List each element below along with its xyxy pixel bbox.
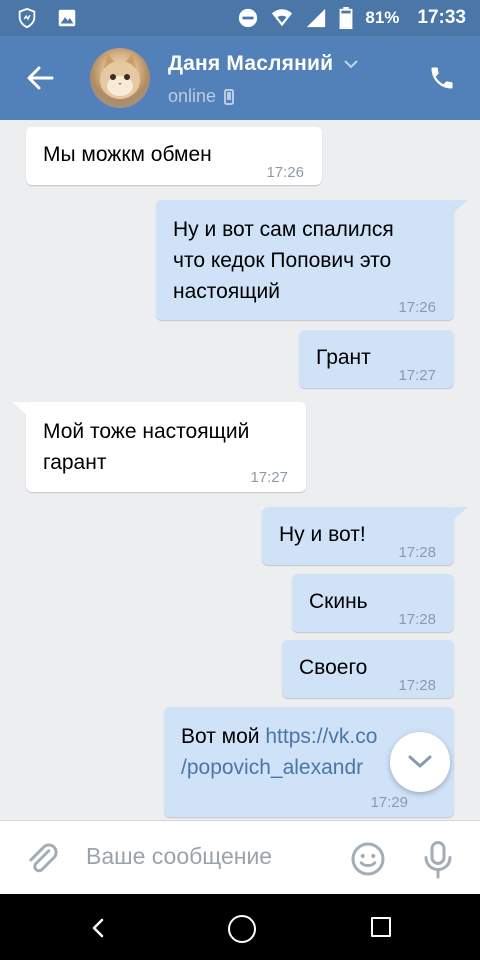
message-line: гарант (43, 451, 107, 474)
chevron-down-icon (408, 755, 432, 768)
phone-icon (431, 67, 453, 89)
message-line: Мой тоже настоящий (43, 420, 250, 443)
message-text: Ну и вот! (279, 523, 366, 546)
message-time: 17:27 (398, 367, 436, 384)
microphone-icon[interactable] (420, 839, 456, 879)
message-bubble[interactable]: Ну и вот сам спалился что кедок Попович … (156, 200, 468, 320)
message-time: 17:29 (370, 794, 408, 811)
message-bubble[interactable]: Грант 17:27 (299, 330, 454, 388)
contact-name: Даня Масляний (168, 52, 334, 75)
message-link-continued[interactable]: /popovich_alexandr (181, 752, 363, 783)
contact-status: online (168, 86, 235, 107)
battery-icon (339, 7, 353, 29)
online-status: online (168, 86, 217, 106)
status-left-icons (16, 7, 78, 29)
message-bubble[interactable]: Мой тоже настоящий гарант 17:27 (12, 402, 306, 492)
message-time: 17:27 (250, 469, 288, 486)
message-text: Вот мой (181, 725, 266, 748)
message-line: что кедок Попович это (173, 249, 392, 272)
message-text: Грант (316, 346, 371, 369)
message-line: настоящий (173, 280, 280, 303)
arrow-left-icon (27, 66, 54, 90)
wifi-icon (272, 9, 293, 27)
message-time: 17:26 (398, 299, 436, 316)
message-bubble[interactable]: Ну и вот! 17:28 (262, 507, 468, 565)
signal-icon (307, 8, 326, 28)
nav-back-icon[interactable] (84, 914, 112, 942)
emoji-icon[interactable] (350, 841, 386, 877)
back-button[interactable] (18, 56, 62, 100)
system-nav-bar (0, 894, 480, 960)
chat-header: Даня Масляний online (0, 36, 480, 120)
clock: 17:33 (417, 7, 466, 28)
status-right: 81% 17:33 (237, 0, 466, 36)
message-bubble[interactable]: Скинь 17:28 (292, 574, 454, 632)
image-icon (58, 9, 76, 27)
message-composer: Ваше сообщение (0, 820, 480, 895)
message-time: 17:26 (266, 164, 304, 181)
battery-percent: 81% (365, 8, 400, 27)
paperclip-icon[interactable] (24, 841, 60, 877)
status-bar: 81% 17:33 (0, 0, 480, 36)
message-link[interactable]: https://vk.co (265, 725, 377, 748)
message-line: Вот мой https://vk.co (181, 721, 377, 752)
cat-photo (100, 54, 140, 99)
contact-name-row[interactable]: Даня Масляний (168, 52, 359, 76)
message-time: 17:28 (398, 611, 436, 628)
message-text: Мы можкм обмен (43, 143, 212, 166)
mobile-phone-icon (224, 88, 235, 105)
avatar[interactable] (90, 48, 150, 108)
call-button[interactable] (422, 58, 462, 98)
scroll-to-bottom-button[interactable] (390, 732, 450, 792)
nav-home-icon[interactable] (228, 915, 256, 943)
message-bubble[interactable]: Своего 17:28 (282, 640, 454, 698)
do-not-disturb-icon (239, 8, 258, 28)
message-text: Своего (299, 656, 368, 679)
nav-recents-icon[interactable] (371, 917, 391, 937)
message-line: Ну и вот сам спалился (173, 218, 394, 241)
message-time: 17:28 (398, 677, 436, 694)
message-list[interactable]: Мы можкм обмен 17:26 Ну и вот сам спалил… (0, 120, 480, 820)
shield-icon (18, 7, 36, 29)
message-bubble[interactable]: Мы можкм обмен 17:26 (26, 127, 322, 185)
chevron-down-icon (344, 60, 358, 69)
message-time: 17:28 (398, 544, 436, 561)
message-text: Скинь (309, 590, 368, 613)
message-input[interactable]: Ваше сообщение (86, 843, 272, 870)
